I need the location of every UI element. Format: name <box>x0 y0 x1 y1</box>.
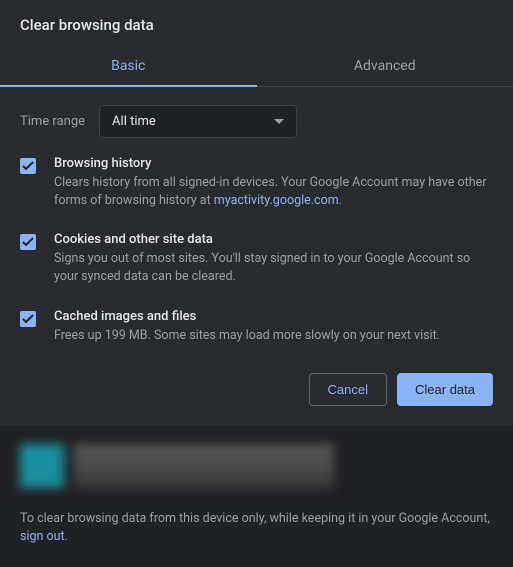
check-icon <box>22 161 34 171</box>
option-title: Browsing history <box>54 156 493 171</box>
dialog-buttons: Cancel Clear data <box>0 367 513 426</box>
cancel-button[interactable]: Cancel <box>309 373 387 406</box>
option-desc: Signs you out of most sites. You'll stay… <box>54 250 493 286</box>
option-desc: Clears history from all signed-in device… <box>54 174 493 210</box>
tab-bar: Basic Advanced <box>0 48 513 87</box>
sign-out-link[interactable]: sign out <box>20 529 65 544</box>
chevron-down-icon <box>274 114 284 129</box>
checkbox-cache[interactable] <box>20 311 36 327</box>
tab-advanced-label: Advanced <box>354 58 416 74</box>
check-icon <box>22 314 34 324</box>
checkbox-cookies[interactable] <box>20 234 36 250</box>
time-range-value: All time <box>112 114 156 129</box>
time-range-label: Time range <box>20 114 85 129</box>
option-desc: Frees up 199 MB. Some sites may load mor… <box>54 327 493 345</box>
clear-browsing-data-dialog: Clear browsing data Basic Advanced Time … <box>0 0 513 555</box>
tab-advanced[interactable]: Advanced <box>257 48 513 86</box>
options-list: Browsing history Clears history from all… <box>0 156 513 367</box>
option-title: Cookies and other site data <box>54 232 493 247</box>
dialog-footer: To clear browsing data from this device … <box>0 426 513 567</box>
check-icon <box>22 237 34 247</box>
myactivity-link[interactable]: myactivity.google.com <box>214 193 339 208</box>
time-range-select[interactable]: All time <box>99 105 297 138</box>
clear-data-button[interactable]: Clear data <box>397 373 493 406</box>
tab-basic[interactable]: Basic <box>0 48 257 86</box>
checkbox-browsing-history[interactable] <box>20 158 36 174</box>
option-cache: Cached images and files Frees up 199 MB.… <box>20 309 493 345</box>
tab-basic-label: Basic <box>111 58 145 74</box>
footer-text: To clear browsing data from this device … <box>20 510 493 548</box>
option-browsing-history: Browsing history Clears history from all… <box>20 156 493 210</box>
account-text-redacted <box>74 444 334 488</box>
option-title: Cached images and files <box>54 309 493 324</box>
option-cookies: Cookies and other site data Signs you ou… <box>20 232 493 286</box>
dialog-title: Clear browsing data <box>0 0 513 48</box>
time-range-row: Time range All time <box>0 87 513 156</box>
avatar <box>20 444 64 488</box>
account-info-redacted <box>20 444 493 488</box>
